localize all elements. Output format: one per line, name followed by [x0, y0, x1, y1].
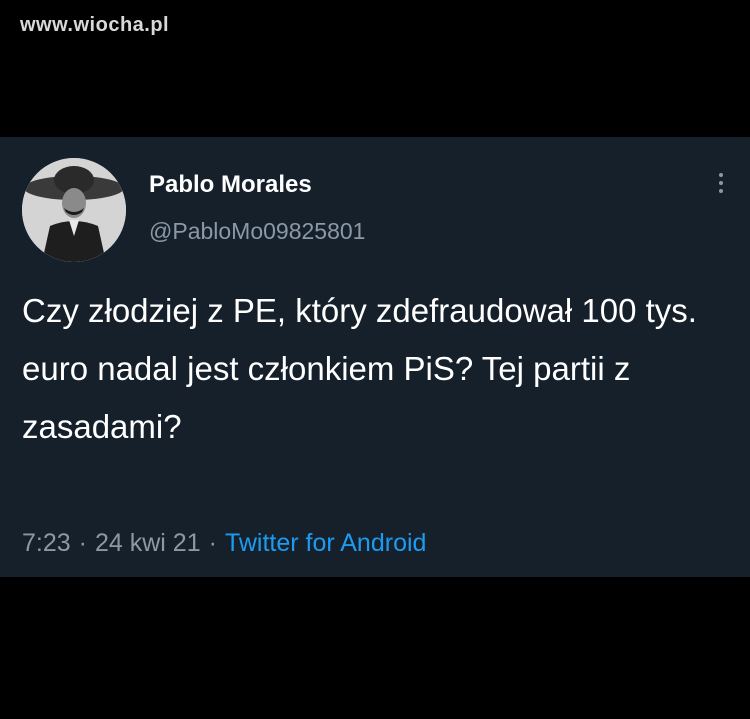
tweet-source-link[interactable]: Twitter for Android: [225, 529, 426, 557]
tweet-time[interactable]: 7:23: [22, 529, 71, 557]
more-vertical-icon[interactable]: [713, 173, 729, 203]
separator: ·: [78, 529, 87, 557]
watermark: www.wiocha.pl: [20, 14, 170, 36]
avatar-photo: [22, 158, 126, 262]
separator: ·: [208, 529, 217, 557]
avatar[interactable]: [22, 158, 126, 262]
tweet-text: Czy złodziej z PE, który zdefraudował 10…: [22, 292, 697, 445]
tweet-date[interactable]: 24 kwi 21: [95, 529, 201, 557]
tweet-card: Pablo Morales @PabloMo09825801 Czy złodz…: [0, 137, 750, 577]
display-name[interactable]: Pablo Morales: [149, 171, 312, 199]
user-handle[interactable]: @PabloMo09825801: [149, 218, 365, 245]
tweet-meta: 7:23 · 24 kwi 21 · Twitter for Android: [22, 529, 426, 558]
